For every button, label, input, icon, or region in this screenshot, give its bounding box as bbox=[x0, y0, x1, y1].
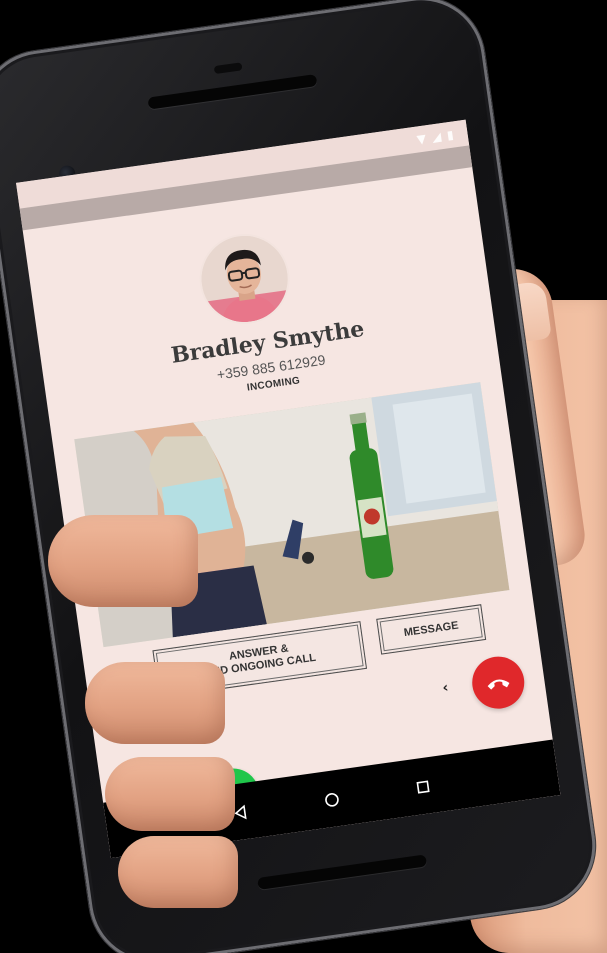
nav-recents-button[interactable] bbox=[406, 770, 440, 804]
message-button[interactable]: MESSAGE bbox=[376, 604, 487, 655]
caller-avatar bbox=[196, 230, 294, 328]
battery-icon: ▮ bbox=[446, 127, 455, 143]
hand-finger-ring bbox=[105, 757, 235, 831]
phone-hangup-icon bbox=[487, 679, 510, 690]
nav-home-button[interactable] bbox=[315, 783, 349, 817]
signal-icon: ◢ bbox=[430, 129, 443, 145]
hand-finger-middle bbox=[85, 662, 225, 744]
decline-call-button[interactable] bbox=[468, 653, 528, 712]
phone-screen: ▼ ◢ ▮ Bradley Smythe +359 885 612929 INC… bbox=[16, 119, 561, 859]
scene: ▼ ◢ ▮ Bradley Smythe +359 885 612929 INC… bbox=[0, 0, 607, 953]
hand-finger-index bbox=[48, 515, 198, 607]
message-label: MESSAGE bbox=[403, 619, 460, 639]
hand-finger-pinky bbox=[118, 836, 238, 908]
circle-home-icon bbox=[325, 793, 339, 807]
wifi-icon: ▼ bbox=[415, 131, 427, 147]
square-recents-icon bbox=[416, 780, 430, 794]
chevron-left-icon: ‹ bbox=[441, 679, 450, 697]
phone: ▼ ◢ ▮ Bradley Smythe +359 885 612929 INC… bbox=[0, 0, 604, 953]
